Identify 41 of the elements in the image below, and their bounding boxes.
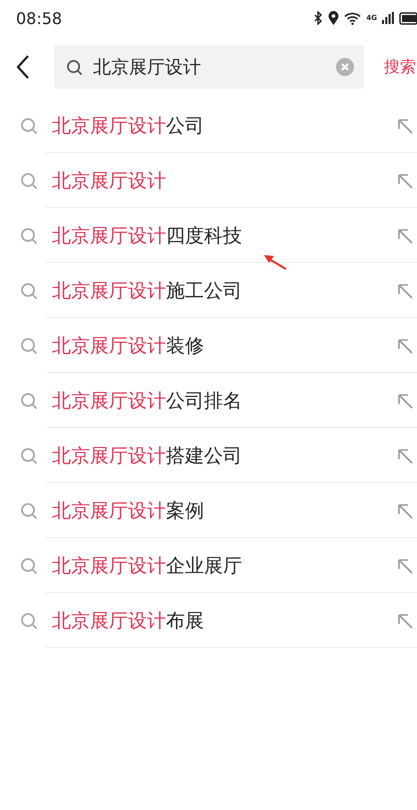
suggestion-text[interactable]: 北京展厅设计企业展厅 (52, 552, 397, 578)
location-icon (328, 11, 340, 25)
search-icon (20, 502, 38, 520)
suggestion-text[interactable]: 北京展厅设计 (52, 168, 397, 194)
suggestion-text[interactable]: 北京展厅设计公司排名 (52, 388, 397, 414)
search-icon (20, 392, 38, 410)
search-icon (20, 612, 38, 630)
search-icon (20, 336, 38, 354)
search-button[interactable]: 搜索 (384, 56, 416, 78)
fill-arrow-icon[interactable] (397, 612, 413, 628)
fill-arrow-icon[interactable] (397, 282, 413, 298)
suggestion-text[interactable]: 北京展厅设计装修 (52, 332, 397, 358)
search-icon (20, 282, 38, 300)
suggestion-text[interactable]: 北京展厅设计四度科技 (52, 222, 397, 248)
fill-arrow-icon[interactable] (397, 338, 413, 354)
suggestion-text[interactable]: 北京展厅设计施工公司 (52, 278, 397, 304)
signal-icon (382, 12, 394, 24)
suggestion-text[interactable]: 北京展厅设计布展 (52, 608, 397, 634)
bluetooth-icon (314, 11, 324, 25)
search-icon (20, 116, 38, 134)
fill-arrow-icon[interactable] (397, 558, 413, 574)
clear-icon[interactable] (336, 58, 354, 76)
search-icon (20, 556, 38, 574)
wifi-icon (344, 12, 362, 24)
suggestion-text[interactable]: 北京展厅设计公司 (52, 112, 397, 138)
suggestion-text[interactable]: 北京展厅设计案例 (52, 498, 397, 524)
status-time: 08:58 (16, 8, 62, 28)
search-icon (20, 446, 38, 464)
fill-arrow-icon[interactable] (397, 172, 413, 188)
fill-arrow-icon[interactable] (397, 502, 413, 518)
search-field[interactable]: 北京展厅设计 (54, 45, 364, 89)
search-icon (20, 226, 38, 244)
fill-arrow-icon[interactable] (397, 118, 413, 134)
search-input[interactable]: 北京展厅设计 (93, 56, 326, 78)
fill-arrow-icon[interactable] (397, 228, 413, 244)
fill-arrow-icon[interactable] (397, 448, 413, 464)
fill-arrow-icon[interactable] (397, 392, 413, 408)
search-icon (20, 172, 38, 190)
battery-icon (399, 12, 417, 24)
search-icon (66, 58, 83, 76)
suggestion-text[interactable]: 北京展厅设计搭建公司 (52, 442, 397, 468)
